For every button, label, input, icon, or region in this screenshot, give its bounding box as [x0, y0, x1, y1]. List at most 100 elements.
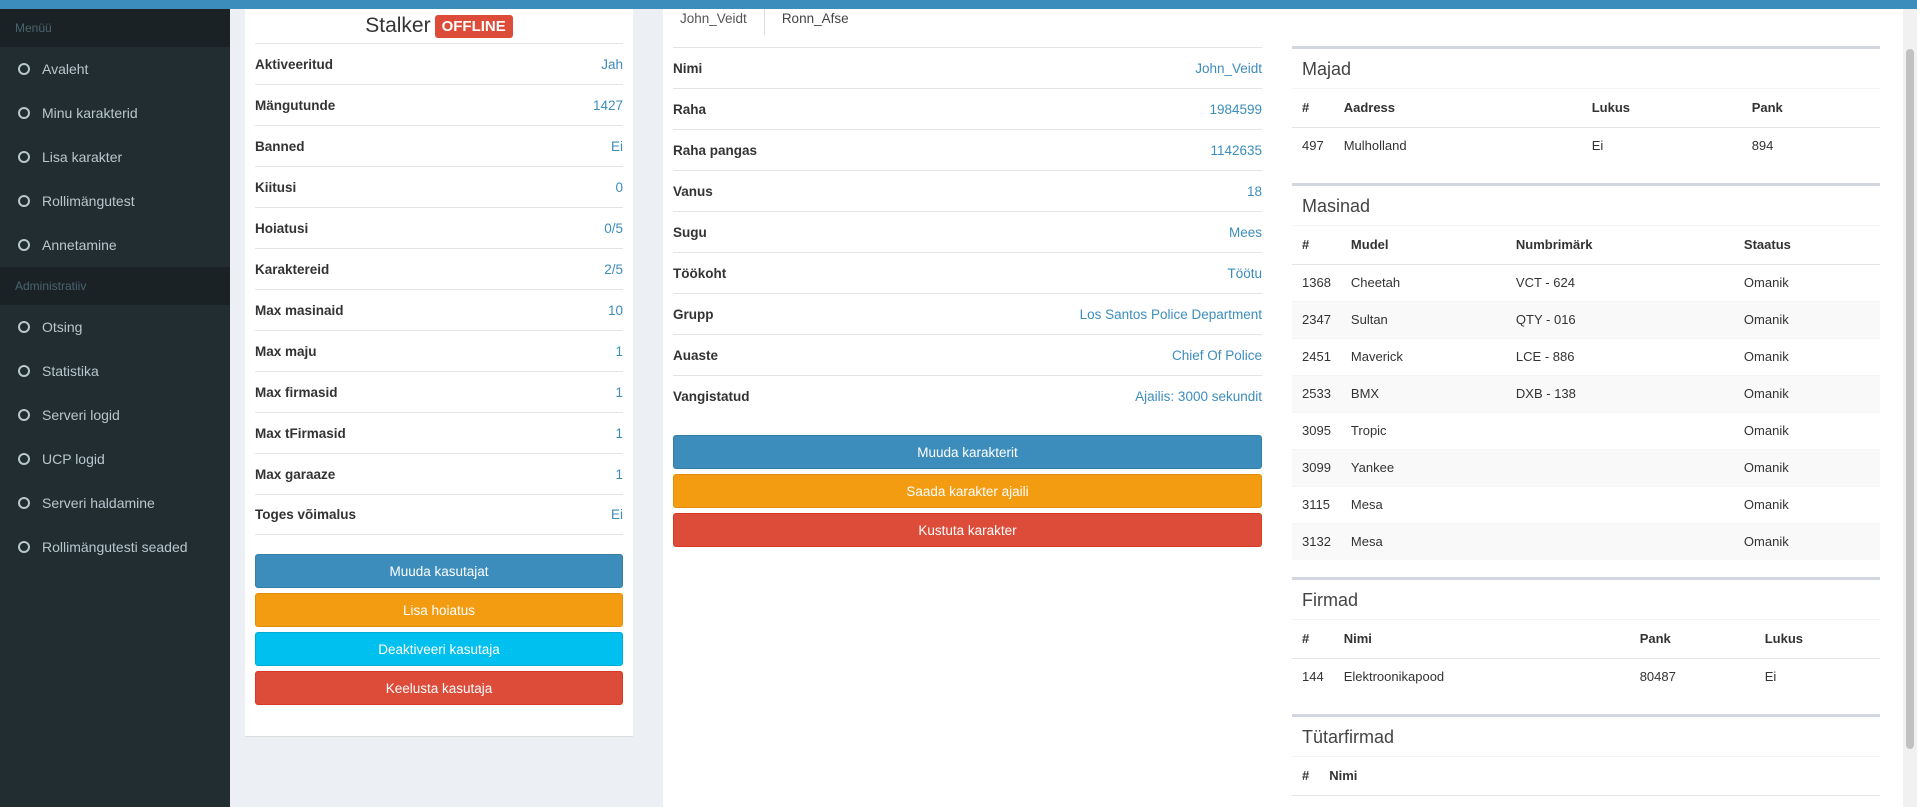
- table-row: 3115 Mesa Omanik: [1292, 485, 1880, 523]
- ban-user-button[interactable]: Keelusta kasutaja: [255, 671, 623, 705]
- table-cell: Ei: [1581, 126, 1742, 164]
- field-value[interactable]: Ajailis: 3000 sekundit: [1135, 389, 1262, 404]
- table-cell: 2451: [1292, 337, 1341, 375]
- scrollbar-thumb[interactable]: [1906, 49, 1914, 749]
- column-header: Lukus: [1581, 89, 1742, 128]
- field-value[interactable]: 1: [615, 385, 623, 400]
- table-row: 3095 Tropic Omanik: [1292, 411, 1880, 449]
- list-item: Sugu Mees: [673, 211, 1262, 252]
- jail-character-button[interactable]: Saada karakter ajaili: [673, 474, 1262, 508]
- list-item: Max firmasid 1: [255, 371, 623, 412]
- circle-icon: [18, 453, 30, 465]
- field-value[interactable]: 1: [615, 344, 623, 359]
- field-value[interactable]: 1: [615, 426, 623, 441]
- sidebar-item-annetamine[interactable]: Annetamine: [0, 223, 230, 267]
- table-cell: 2533: [1292, 374, 1341, 412]
- list-item: Banned Ei: [255, 125, 623, 166]
- add-warning-button[interactable]: Lisa hoiatus: [255, 593, 623, 627]
- field-value[interactable]: 18: [1247, 184, 1262, 199]
- field-label: Max firmasid: [255, 384, 338, 400]
- table-cell: QTY - 016: [1505, 300, 1734, 338]
- vehicles-table: # Mudel Numbrimärk Staatus 1368 Cheetah VC…: [1292, 226, 1880, 560]
- sidebar-item-serveri-logid[interactable]: Serveri logid: [0, 393, 230, 437]
- field-value[interactable]: Ei: [611, 139, 623, 154]
- list-item: Raha pangas 1142635: [673, 129, 1262, 170]
- field-label: Sugu: [673, 224, 707, 240]
- user-profile-box: Stalker OFFLINE Aktiveeritud Jah Mängutun…: [245, 9, 633, 737]
- field-label: Karaktereid: [255, 261, 330, 277]
- table-cell: DXB - 138: [1505, 374, 1734, 412]
- table-cell: [1505, 522, 1734, 560]
- sidebar-item-label: Rollimängutesti seaded: [42, 539, 188, 555]
- field-value[interactable]: 10: [608, 303, 623, 318]
- field-value[interactable]: 0: [615, 180, 623, 195]
- field-label: Raha pangas: [673, 142, 758, 158]
- column-header: #: [1292, 620, 1334, 659]
- field-value[interactable]: 1142635: [1210, 143, 1262, 158]
- edit-user-button[interactable]: Muuda kasutajat: [255, 554, 623, 588]
- field-value[interactable]: Chief Of Police: [1172, 348, 1262, 363]
- circle-icon: [18, 107, 30, 119]
- field-value[interactable]: John_Veidt: [1195, 61, 1262, 76]
- field-value[interactable]: Jah: [601, 57, 623, 72]
- delete-character-button[interactable]: Kustuta karakter: [673, 513, 1262, 547]
- sidebar-item-label: Lisa karakter: [42, 149, 123, 165]
- field-value[interactable]: 0/5: [604, 221, 623, 236]
- list-item: Nimi John_Veidt: [673, 47, 1262, 88]
- sidebar-item-ucp-logid[interactable]: UCP logid: [0, 437, 230, 481]
- field-label: Töökoht: [673, 265, 727, 281]
- table-cell: 2347: [1292, 300, 1341, 338]
- sidebar-item-label: Serveri logid: [42, 407, 120, 423]
- table-cell: Yankee: [1340, 448, 1506, 486]
- table-cell: Omanik: [1733, 300, 1880, 338]
- field-label: Mängutunde: [255, 97, 336, 113]
- sidebar-item-avaleht[interactable]: Avaleht: [0, 47, 230, 91]
- sidebar-item-minu-karakterid[interactable]: Minu karakterid: [0, 91, 230, 135]
- table-cell: Maverick: [1340, 337, 1506, 375]
- column-header: Lukus: [1754, 620, 1880, 659]
- field-value[interactable]: Los Santos Police Department: [1080, 307, 1262, 322]
- list-item: Max garaaze 1: [255, 453, 623, 494]
- circle-icon: [18, 321, 30, 333]
- houses-panel: Majad # Aadress Lukus Pank 497 Mulhollan…: [1292, 46, 1880, 164]
- column-header: Staatus: [1733, 226, 1880, 265]
- field-label: Kiitusi: [255, 179, 297, 195]
- sidebar-item-serveri-haldamine[interactable]: Serveri haldamine: [0, 481, 230, 525]
- circle-icon: [18, 239, 30, 251]
- table-cell: Omanik: [1733, 263, 1880, 301]
- sidebar-item-lisa-karakter[interactable]: Lisa karakter: [0, 135, 230, 179]
- list-item: Karaktereid 2/5: [255, 248, 623, 289]
- list-item: Mängutunde 1427: [255, 84, 623, 125]
- table-cell: Sultan: [1340, 300, 1506, 338]
- table-cell: LCE - 886: [1505, 337, 1734, 375]
- field-value[interactable]: Mees: [1229, 225, 1262, 240]
- sidebar-item-rollimangutesti-seaded[interactable]: Rollimängutesti seaded: [0, 525, 230, 569]
- column-header: Numbrimärk: [1505, 226, 1734, 265]
- edit-character-button[interactable]: Muuda karakterit: [673, 435, 1262, 469]
- sidebar-header-admin: Administratiiv: [0, 267, 230, 305]
- page-scrollbar[interactable]: [1903, 9, 1917, 807]
- column-header: Pank: [1629, 620, 1755, 659]
- character-box: John_Veidt Ronn_Afse Nimi John_Veidt Raha…: [663, 9, 1917, 807]
- table-cell: 497: [1292, 126, 1334, 164]
- table-row: 1368 Cheetah VCT - 624 Omanik: [1292, 263, 1880, 301]
- list-item: Kiitusi 0: [255, 166, 623, 207]
- sidebar-item-rollimangutest[interactable]: Rollimängutest: [0, 179, 230, 223]
- table-row: 3099 Yankee Omanik: [1292, 448, 1880, 486]
- sidebar-item-statistika[interactable]: Statistika: [0, 349, 230, 393]
- field-value[interactable]: 2/5: [604, 262, 623, 277]
- vehicles-panel: Masinad # Mudel Numbrimärk Staatus 1368 C…: [1292, 183, 1880, 560]
- field-value[interactable]: 1984599: [1209, 102, 1262, 117]
- deactivate-user-button[interactable]: Deaktiveeri kasutaja: [255, 632, 623, 666]
- field-value[interactable]: Ei: [611, 507, 623, 522]
- field-value[interactable]: 1: [615, 467, 623, 482]
- table-cell: Tropic: [1340, 411, 1506, 449]
- field-value[interactable]: Töötu: [1227, 266, 1262, 281]
- tab-ronn-afse[interactable]: Ronn_Afse: [765, 9, 866, 35]
- list-item: Vanus 18: [673, 170, 1262, 211]
- tab-john-veidt[interactable]: John_Veidt: [663, 9, 765, 35]
- list-item: Hoiatusi 0/5: [255, 207, 623, 248]
- sidebar-item-label: Serveri haldamine: [42, 495, 155, 511]
- sidebar-item-otsing[interactable]: Otsing: [0, 305, 230, 349]
- field-value[interactable]: 1427: [593, 98, 623, 113]
